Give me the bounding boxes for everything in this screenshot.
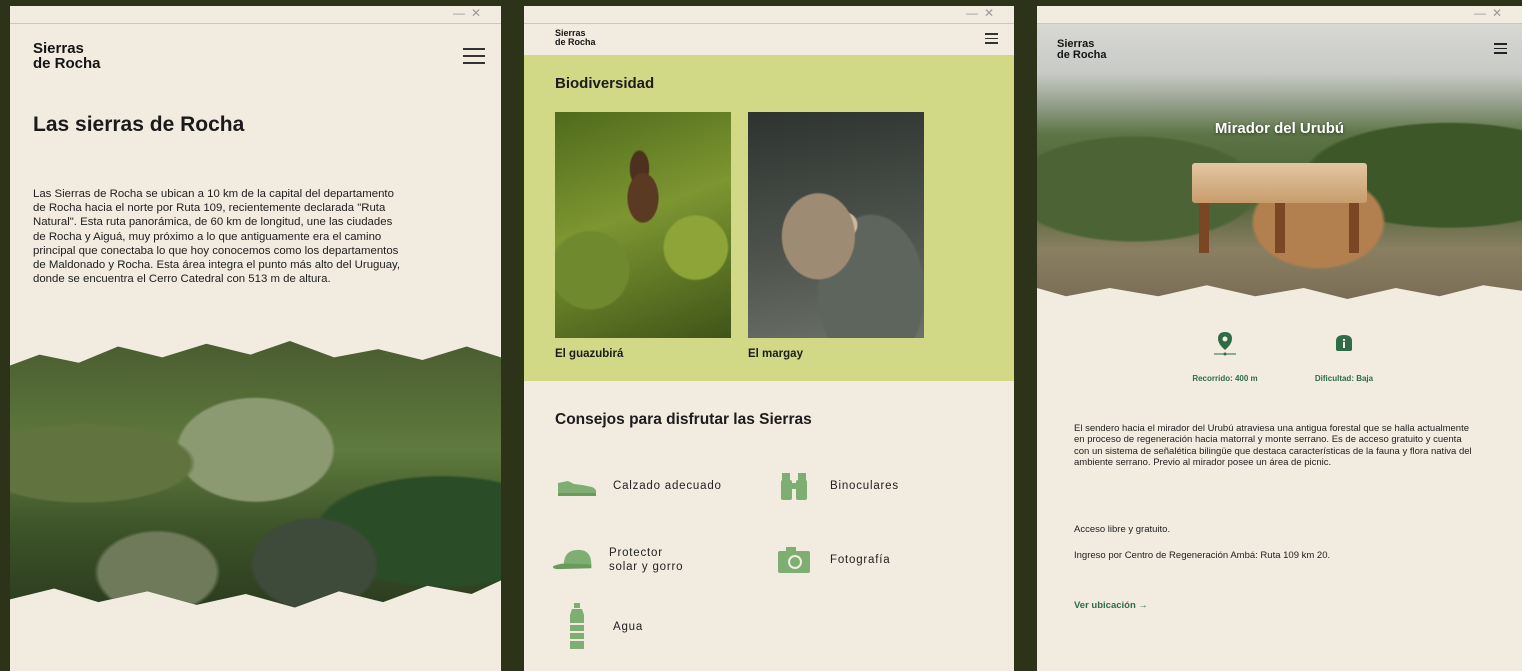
window-titlebar: —✕: [524, 6, 1014, 24]
screen-biodiversity: —✕ Sierras de Rocha Biodiversidad El gua…: [524, 6, 1014, 671]
tip-item-shoes: Calzado adecuado: [555, 469, 722, 503]
tip-label: Fotografía: [830, 554, 891, 566]
location-pin-icon: [1185, 331, 1265, 362]
sign-post: [1349, 203, 1359, 253]
distance-label: Recorrido: 400 m: [1192, 374, 1258, 383]
page-title: Las sierras de Rocha: [33, 113, 245, 136]
window-controls[interactable]: —✕: [453, 6, 487, 20]
brand-line-2: de Rocha: [33, 55, 101, 72]
binoculars-icon: [772, 469, 816, 503]
tip-label: Protector solar y gorro: [609, 547, 684, 573]
cap-icon: [551, 543, 595, 577]
meta-difficulty: Dificultad: Baja: [1304, 331, 1384, 383]
brand-logo[interactable]: Sierras de Rocha: [555, 29, 596, 47]
tip-label: Agua: [613, 621, 644, 633]
minimize-button[interactable]: —: [1474, 6, 1492, 20]
intro-paragraph: Las Sierras de Rocha se ubican a 10 km d…: [33, 188, 401, 286]
tip-item-photography: Fotografía: [772, 543, 890, 577]
biodiversity-title: Biodiversidad: [555, 75, 655, 92]
brand-line-2: de Rocha: [1057, 49, 1107, 61]
window-controls[interactable]: —✕: [966, 6, 1000, 20]
hamburger-menu-icon[interactable]: [985, 33, 998, 47]
info-icon: [1304, 331, 1384, 362]
app-header: Sierras de Rocha: [524, 24, 1014, 55]
shoe-icon: [555, 469, 599, 503]
tips-title: Consejos para disfrutar las Sierras: [555, 411, 812, 428]
brand-logo[interactable]: Sierras de Rocha: [33, 41, 101, 71]
mirador-hero-photo: [1037, 24, 1522, 299]
brand-logo[interactable]: Sierras de Rocha: [1057, 39, 1107, 61]
brand-line-1: Sierras: [33, 40, 84, 57]
minimize-button[interactable]: —: [453, 6, 471, 20]
sign-post: [1275, 203, 1285, 253]
margay-photo[interactable]: [748, 112, 924, 338]
tip-label: Binoculares: [830, 480, 899, 492]
entry-info: Ingreso por Centro de Regeneración Ambá:…: [1074, 550, 1331, 561]
hero-title: Mirador del Urubú: [1214, 120, 1345, 137]
access-info: Acceso libre y gratuito.: [1074, 524, 1171, 535]
minimize-button[interactable]: —: [966, 6, 984, 20]
window-titlebar: —✕: [10, 6, 501, 24]
animal-label-guazubira: El guazubirá: [555, 348, 624, 360]
hamburger-menu-icon[interactable]: [463, 48, 485, 69]
view-location-link[interactable]: Ver ubicación →: [1074, 600, 1148, 611]
screen-mirador: —✕ Sierras de Rocha Mirador del Urubú Re…: [1037, 6, 1522, 671]
window-titlebar: —✕: [1037, 6, 1522, 24]
hamburger-menu-icon[interactable]: [1494, 43, 1507, 57]
brand-line-2: de Rocha: [555, 37, 596, 47]
tip-item-water: Agua: [555, 603, 643, 651]
forest-stream-photo: [10, 341, 501, 608]
meta-distance: Recorrido: 400 m: [1185, 331, 1265, 383]
difficulty-label: Dificultad: Baja: [1314, 374, 1374, 383]
biodiversity-section: Biodiversidad El guazubirá El margay: [524, 55, 1014, 381]
tip-label: Calzado adecuado: [613, 480, 722, 492]
trail-description: El sendero hacia el mirador del Urubú at…: [1074, 423, 1472, 469]
camera-icon: [772, 543, 816, 577]
close-button[interactable]: ✕: [984, 6, 1000, 20]
viewpoint-sign: [1192, 163, 1367, 203]
tip-item-binoculars: Binoculares: [772, 469, 899, 503]
close-button[interactable]: ✕: [471, 6, 487, 20]
tip-item-sunscreen-cap: Protector solar y gorro: [551, 543, 683, 577]
window-controls[interactable]: —✕: [1474, 6, 1508, 20]
sign-post: [1199, 203, 1209, 253]
close-button[interactable]: ✕: [1492, 6, 1508, 20]
screen-sierras-intro: —✕ Sierras de Rocha Las sierras de Rocha…: [10, 6, 501, 671]
guazubira-photo[interactable]: [555, 112, 731, 338]
animal-label-margay: El margay: [748, 348, 803, 360]
water-bottle-icon: [555, 603, 599, 651]
